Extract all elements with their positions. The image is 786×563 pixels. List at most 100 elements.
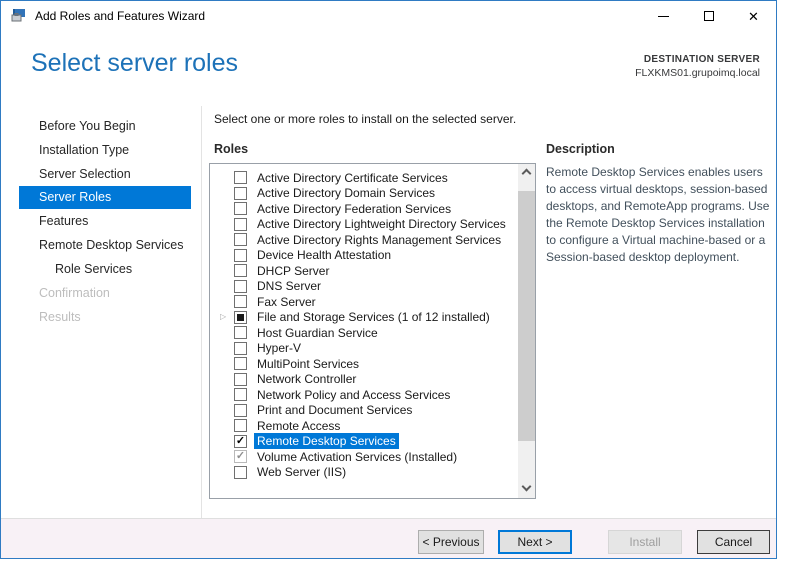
roles-label: Roles [214,142,249,156]
sidebar-item-label: Server Roles [39,190,112,204]
role-checkbox[interactable] [234,357,247,371]
scroll-up-button[interactable] [518,164,535,181]
next-button[interactable]: Next > [498,530,572,554]
sidebar-item-server-selection[interactable]: Server Selection [1,162,201,186]
destination-server-label: DESTINATION SERVER [643,54,760,65]
minimize-icon [658,15,669,17]
role-row-dhcp-server[interactable]: DHCP Server [210,263,518,279]
role-label: Hyper-V [257,341,302,356]
role-label: Active Directory Certificate Services [257,170,448,185]
role-checkbox[interactable] [234,171,247,185]
role-checkbox[interactable]: ✓ [234,450,247,464]
sidebar-item-features[interactable]: Features [1,209,201,233]
role-row-active-directory-lightweight-directory-services[interactable]: Active Directory Lightweight Directory S… [210,217,518,233]
install-button[interactable]: Install [608,530,682,554]
role-row-active-directory-rights-management-services[interactable]: Active Directory Rights Management Servi… [210,232,518,248]
role-label: File and Storage Services (1 of 12 insta… [257,310,490,325]
role-row-hyper-v[interactable]: Hyper-V [210,341,518,357]
role-checkbox[interactable] [234,202,247,216]
window-title: Add Roles and Features Wizard [35,9,206,23]
role-label: Active Directory Rights Management Servi… [257,232,502,247]
sidebar-item-before-you-begin[interactable]: Before You Begin [1,114,201,138]
cancel-button[interactable]: Cancel [697,530,770,554]
sidebar-item-label: Installation Type [39,143,130,157]
role-row-remote-access[interactable]: Remote Access [210,418,518,434]
role-label: DNS Server [257,279,322,294]
role-row-active-directory-domain-services[interactable]: Active Directory Domain Services [210,186,518,202]
sidebar: Before You Begin Installation Type Serve… [1,114,201,329]
footer: < Previous Next > Install Cancel [1,518,776,558]
sidebar-item-label: Features [39,214,89,228]
role-row-dns-server[interactable]: DNS Server [210,279,518,295]
roles-scrollbar[interactable] [518,164,535,498]
sidebar-item-label: Results [39,310,81,324]
close-icon: ✕ [748,8,759,24]
role-row-print-and-document-services[interactable]: Print and Document Services [210,403,518,419]
role-row-network-policy-and-access-services[interactable]: Network Policy and Access Services [210,387,518,403]
role-row-host-guardian-service[interactable]: Host Guardian Service [210,325,518,341]
role-label: Active Directory Domain Services [257,186,436,201]
page-title: Select server roles [31,49,239,77]
role-label: Remote Access [257,418,341,433]
destination-server-value: FLXKMS01.grupoimq.local [635,67,760,79]
sidebar-item-remote-desktop-services[interactable]: Remote Desktop Services [1,233,201,257]
role-row-file-and-storage-services-1-of-12-installed[interactable]: ▷ File and Storage Services (1 of 12 ins… [210,310,518,326]
role-checkbox[interactable] [234,264,247,278]
role-row-active-directory-federation-services[interactable]: Active Directory Federation Services [210,201,518,217]
role-checkbox[interactable] [234,233,247,247]
role-row-network-controller[interactable]: Network Controller [210,372,518,388]
sidebar-item-installation-type[interactable]: Installation Type [1,138,201,162]
role-label: Device Health Attestation [257,248,392,263]
description-label: Description [546,142,615,156]
server-manager-icon [11,8,27,24]
role-label: Host Guardian Service [257,325,378,340]
sidebar-item-confirmation[interactable]: Confirmation [1,281,201,305]
role-label: MultiPoint Services [257,356,360,371]
role-row-volume-activation-services-installed[interactable]: ✓ Volume Activation Services (Installed) [210,449,518,465]
role-checkbox[interactable]: ✓ [234,434,247,448]
role-label: Network Policy and Access Services [257,387,451,402]
description-text: Remote Desktop Services enables users to… [546,165,770,264]
scrollbar-thumb[interactable] [518,191,535,441]
role-row-active-directory-certificate-services[interactable]: Active Directory Certificate Services [210,170,518,186]
sidebar-item-label: Before You Begin [39,119,136,133]
role-checkbox[interactable] [234,403,247,417]
expander-icon[interactable]: ▷ [220,313,234,321]
maximize-icon [703,11,714,21]
previous-button[interactable]: < Previous [418,530,484,554]
role-checkbox[interactable] [234,388,247,402]
sidebar-item-role-services[interactable]: Role Services [1,257,201,281]
role-checkbox[interactable] [234,295,247,309]
role-checkbox[interactable] [234,419,247,433]
sidebar-item-server-roles[interactable]: Server Roles [19,186,191,209]
role-row-device-health-attestation[interactable]: Device Health Attestation [210,248,518,264]
role-checkbox[interactable] [234,310,247,324]
role-checkbox[interactable] [234,186,247,200]
sidebar-item-label: Role Services [55,262,133,276]
titlebar[interactable]: Add Roles and Features Wizard ✕ [1,1,776,31]
sidebar-item-label: Remote Desktop Services [39,238,184,252]
scroll-down-button[interactable] [518,481,535,498]
role-row-remote-desktop-services[interactable]: ✓ Remote Desktop Services [210,433,518,450]
role-row-web-server-iis[interactable]: Web Server (IIS) [210,465,518,481]
role-label: Web Server (IIS) [257,465,347,480]
minimize-button[interactable] [641,1,686,31]
sidebar-item-label: Confirmation [39,286,110,300]
role-checkbox[interactable] [234,341,247,355]
role-checkbox[interactable] [234,372,247,386]
instruction-text: Select one or more roles to install on t… [214,112,517,126]
role-label: Network Controller [257,372,357,387]
role-checkbox[interactable] [234,248,247,262]
role-checkbox[interactable] [234,326,247,340]
role-row-fax-server[interactable]: Fax Server [210,294,518,310]
destination-server-block: DESTINATION SERVER FLXKMS01.grupoimq.loc… [635,54,760,79]
close-button[interactable]: ✕ [731,1,776,31]
role-checkbox[interactable] [234,279,247,293]
scroll-down-icon [521,481,532,492]
role-row-multipoint-services[interactable]: MultiPoint Services [210,356,518,372]
role-label: Active Directory Federation Services [257,201,452,216]
role-checkbox[interactable] [234,465,247,479]
maximize-button[interactable] [686,1,731,31]
role-checkbox[interactable] [234,217,247,231]
sidebar-item-results[interactable]: Results [1,305,201,329]
